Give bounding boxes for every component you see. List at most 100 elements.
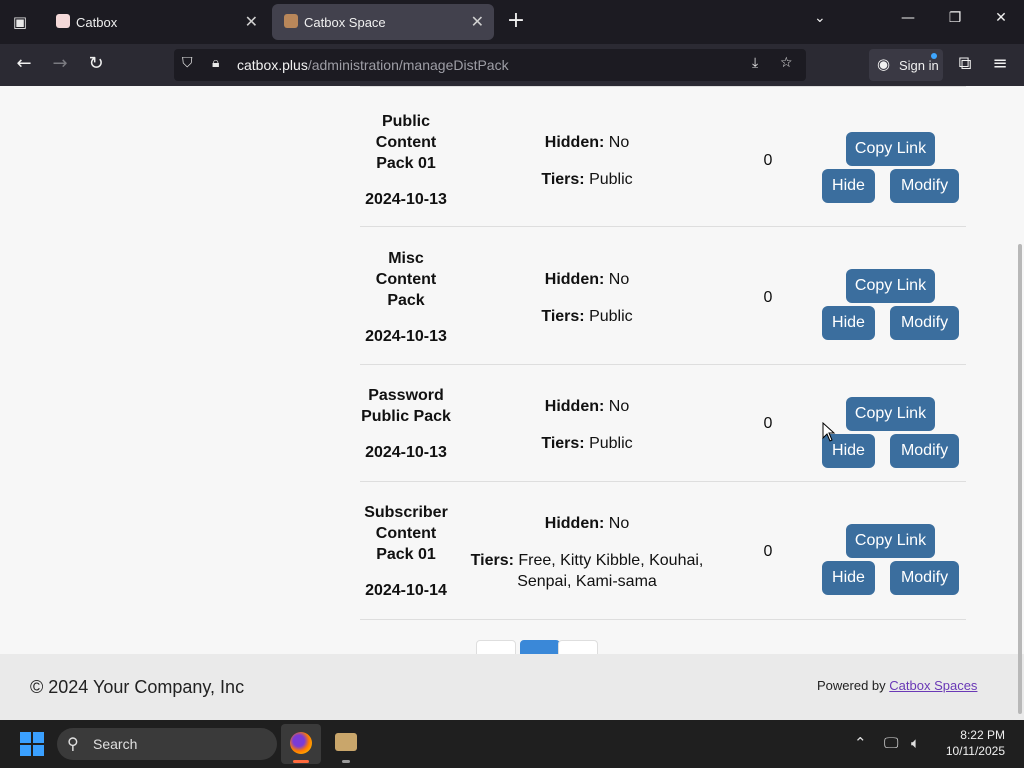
close-tab-icon[interactable]: ✕ [245,12,258,31]
catbox-favicon-icon [56,14,70,28]
search-icon: ⚲ [67,736,79,753]
close-window-icon[interactable]: ✕ [989,10,1013,26]
search-placeholder: Search [93,736,138,752]
pack-name: Public Content Pack 01 [375,113,437,172]
pack-date: 2024-10-13 [365,444,447,461]
pack-date: 2024-10-13 [365,191,447,208]
pack-date: 2024-10-13 [365,328,447,345]
copyright-text: © 2024 Your Company, Inc [30,677,245,697]
hidden-value: No [608,271,630,288]
hidden-field: Hidden: No [470,132,704,153]
modify-button[interactable]: Modify [890,434,959,468]
catbox-spaces-link[interactable]: Catbox Spaces [889,678,977,693]
tray-overflow-chevron-icon[interactable]: ⌃ [854,734,867,752]
usage-count: 0 [763,152,773,169]
active-app-indicator [293,760,309,763]
site-footer: © 2024 Your Company, Inc Powered by Catb… [0,654,1024,720]
firefox-icon [290,732,312,754]
usage-count: 0 [763,289,773,306]
tab-overflow-chevron-icon[interactable]: ⌄ [814,10,826,26]
tiers-field: Tiers: Free, Kitty Kibble, Kouhai, Senpa… [470,550,704,592]
address-bar[interactable]: ⛉ 🔒︎ catbox.plus/administration/manageDi… [174,49,806,81]
lock-icon[interactable]: 🔒︎ [212,55,219,71]
windows-taskbar: ⚲ Search ⌃ 🖵︎ 🔈︎ 8:22 PM 10/11/2025 [0,720,1024,768]
hidden-field: Hidden: No [470,396,704,417]
tiers-value: Public [589,435,633,452]
copy-link-button[interactable]: Copy Link [846,397,935,431]
pack-name: Password Public Pack [361,387,451,425]
modify-button[interactable]: Modify [890,306,959,340]
shield-icon[interactable]: ⛉ [182,55,193,71]
hidden-field: Hidden: No [470,269,704,290]
modify-button[interactable]: Modify [890,561,959,595]
hide-button[interactable]: Hide [822,169,875,203]
firefox-taskbar-button[interactable] [281,724,321,764]
pinned-app-taskbar-button[interactable] [326,724,366,764]
hidden-value: No [608,515,630,532]
network-icon[interactable]: 🖵︎ [884,734,898,752]
clock-time: 8:22 PM [960,728,1005,742]
usage-count: 0 [763,415,773,432]
hide-button[interactable]: Hide [822,561,875,595]
tiers-field: Tiers: Public [470,433,704,454]
tiers-label: Tiers: [541,435,585,452]
pack-name: Misc Content Pack [375,250,437,309]
tiers-field: Tiers: Public [470,306,704,327]
modify-button[interactable]: Modify [890,169,959,203]
tab-list-icon[interactable]: ▣ [8,10,32,34]
sign-in-label: Sign in [899,58,939,73]
copy-link-button[interactable]: Copy Link [846,269,935,303]
tab-title: Catbox [76,15,118,30]
minimize-icon[interactable]: — [896,10,920,26]
usage-count: 0 [763,543,773,560]
bookmark-star-icon[interactable]: ☆ [780,55,793,71]
app-icon [335,733,357,751]
account-icon: ◉ [877,56,891,73]
tiers-value: Free, Kitty Kibble, Kouhai, Senpai, Kami… [517,552,704,590]
windows-start-icon[interactable] [20,732,44,756]
forward-arrow-icon[interactable]: → [48,53,72,74]
hide-button[interactable]: Hide [822,306,875,340]
hidden-label: Hidden: [544,271,605,288]
dist-pack-table: Public Content Pack 01 2024-10-13 Hidden… [360,86,966,620]
taskbar-search[interactable]: ⚲ Search [57,728,277,760]
tiers-value: Public [589,171,633,188]
sign-in-button[interactable]: ◉ Sign in [869,49,943,81]
tab-catbox[interactable]: Catbox ✕ [44,4,268,40]
running-app-indicator [342,760,350,763]
page-content: Public Content Pack 01 2024-10-13 Hidden… [0,86,1024,720]
save-download-icon[interactable]: ⤓ [752,55,758,71]
copy-link-button[interactable]: Copy Link [846,132,935,166]
table-row: Misc Content Pack 2024-10-13 Hidden: No … [360,227,966,365]
table-row: Public Content Pack 01 2024-10-13 Hidden… [360,86,966,227]
tiers-field: Tiers: Public [470,169,704,190]
copy-link-button[interactable]: Copy Link [846,524,935,558]
taskbar-clock[interactable]: 8:22 PM 10/11/2025 [946,727,1005,759]
volume-icon[interactable]: 🔈︎ [911,734,920,752]
maximize-icon[interactable]: ❐ [943,10,967,26]
tiers-label: Tiers: [541,308,585,325]
pack-date: 2024-10-14 [365,582,447,599]
powered-by-text: Powered by Catbox Spaces [817,678,977,693]
close-tab-icon[interactable]: ✕ [471,12,484,31]
hidden-value: No [608,398,630,415]
hidden-label: Hidden: [544,134,605,151]
browser-tab-bar: ▣ Catbox ✕ Catbox Space ✕ + ⌄ — ❐ ✕ [0,0,1024,44]
tiers-label: Tiers: [541,171,585,188]
table-row: Subscriber Content Pack 01 2024-10-14 Hi… [360,482,966,620]
tab-catbox-space[interactable]: Catbox Space ✕ [272,4,494,40]
back-arrow-icon[interactable]: ← [12,53,36,74]
pack-name: Subscriber Content Pack 01 [364,504,448,563]
browser-nav-bar: ← → ↻ ⛉ 🔒︎ catbox.plus/administration/ma… [0,44,1024,86]
mouse-cursor-icon [822,422,836,442]
reload-icon[interactable]: ↻ [84,53,108,74]
hidden-label: Hidden: [544,398,605,415]
tab-title: Catbox Space [304,15,386,30]
url-host: catbox.plus [237,57,308,73]
extensions-icon[interactable]: ⧉ [953,53,977,74]
url-text[interactable]: catbox.plus/administration/manageDistPac… [237,57,509,73]
new-tab-button[interactable]: + [504,8,528,33]
menu-hamburger-icon[interactable]: ≡ [988,53,1012,74]
hidden-label: Hidden: [544,515,605,532]
page-scrollbar[interactable] [1018,244,1022,714]
